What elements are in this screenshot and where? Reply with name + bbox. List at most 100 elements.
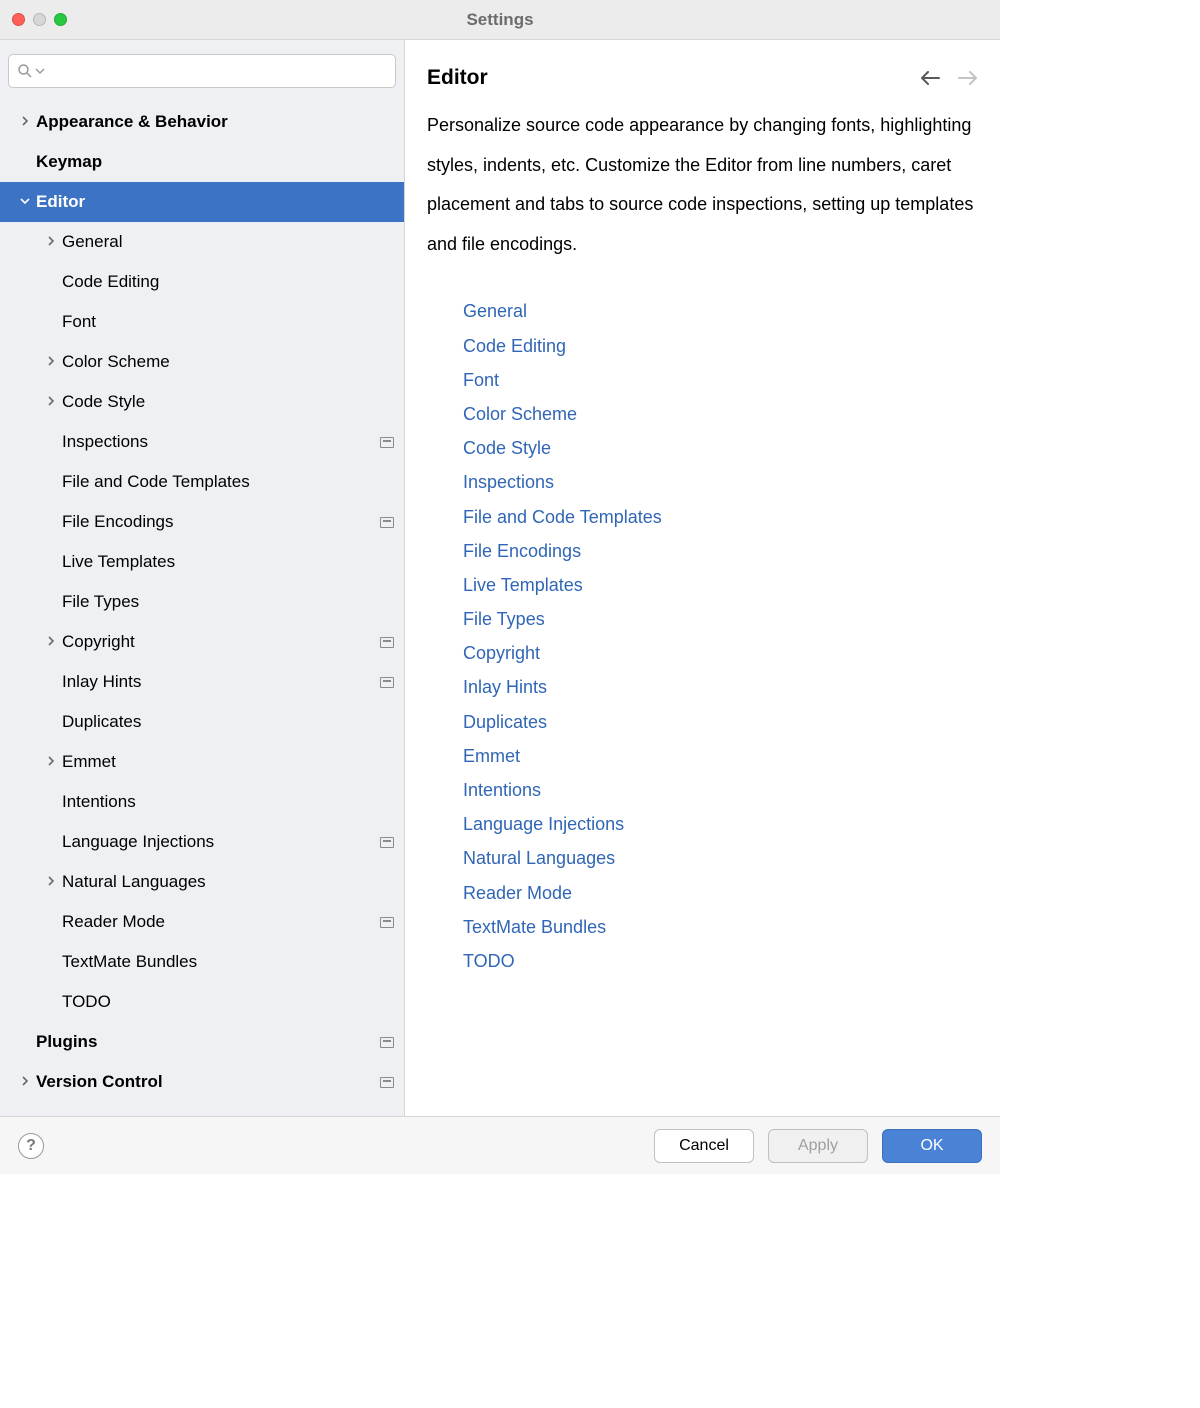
- subpage-link[interactable]: Copyright: [463, 636, 978, 670]
- sidebar: Appearance & Behavior Keymap Editor General…: [0, 40, 405, 1116]
- tree-item-duplicates[interactable]: Duplicates: [0, 702, 404, 742]
- body: Appearance & Behavior Keymap Editor General…: [0, 40, 1000, 1116]
- tree-item-label: Duplicates: [62, 712, 394, 732]
- project-scope-icon: [380, 1037, 394, 1048]
- apply-button[interactable]: Apply: [768, 1129, 868, 1163]
- arrow-left-icon: [920, 71, 940, 85]
- window-title: Settings: [0, 10, 1000, 30]
- nav-forward-button[interactable]: [958, 71, 978, 85]
- subpage-link[interactable]: General: [463, 294, 978, 328]
- tree-item-code-editing[interactable]: Code Editing: [0, 262, 404, 302]
- close-window-icon[interactable]: [12, 13, 25, 26]
- tree-item-copyright[interactable]: Copyright: [0, 622, 404, 662]
- tree-item-language-injections[interactable]: Language Injections: [0, 822, 404, 862]
- tree-item-label: Plugins: [36, 1032, 380, 1052]
- tree-item-file-types[interactable]: File Types: [0, 582, 404, 622]
- chevron-right-icon: [44, 755, 58, 769]
- tree-item-font[interactable]: Font: [0, 302, 404, 342]
- project-scope-icon: [380, 637, 394, 648]
- tree-item-label: Natural Languages: [62, 872, 394, 892]
- subpage-link[interactable]: Duplicates: [463, 705, 978, 739]
- main-panel: Editor Personalize source code appearanc…: [405, 40, 1000, 1116]
- tree-item-label: Reader Mode: [62, 912, 380, 932]
- tree-item-label: Inspections: [62, 432, 380, 452]
- subpage-link[interactable]: Color Scheme: [463, 397, 978, 431]
- chevron-down-icon[interactable]: [35, 66, 45, 76]
- subpage-link[interactable]: File and Code Templates: [463, 500, 978, 534]
- chevron-right-icon: [44, 635, 58, 649]
- tree-item-inlay-hints[interactable]: Inlay Hints: [0, 662, 404, 702]
- content: Personalize source code appearance by ch…: [405, 98, 1000, 1116]
- tree-item-code-style[interactable]: Code Style: [0, 382, 404, 422]
- settings-tree[interactable]: Appearance & Behavior Keymap Editor General…: [0, 98, 404, 1116]
- cancel-button[interactable]: Cancel: [654, 1129, 754, 1163]
- ok-button[interactable]: OK: [882, 1129, 982, 1163]
- tree-item-label: Inlay Hints: [62, 672, 380, 692]
- main-header: Editor: [405, 40, 1000, 98]
- tree-item-intentions[interactable]: Intentions: [0, 782, 404, 822]
- tree-item-label: Live Templates: [62, 552, 394, 572]
- subpage-link[interactable]: Language Injections: [463, 807, 978, 841]
- tree-item-inspections[interactable]: Inspections: [0, 422, 404, 462]
- subpage-link[interactable]: Inlay Hints: [463, 670, 978, 704]
- project-scope-icon: [380, 1077, 394, 1088]
- tree-item-textmate-bundles[interactable]: TextMate Bundles: [0, 942, 404, 982]
- subpage-link[interactable]: TODO: [463, 944, 978, 978]
- project-scope-icon: [380, 917, 394, 928]
- footer: ? Cancel Apply OK: [0, 1116, 1000, 1174]
- tree-item-label: File and Code Templates: [62, 472, 394, 492]
- tree-item-emmet[interactable]: Emmet: [0, 742, 404, 782]
- tree-item-natural-languages[interactable]: Natural Languages: [0, 862, 404, 902]
- tree-item-file-code-templates[interactable]: File and Code Templates: [0, 462, 404, 502]
- tree-item-file-encodings[interactable]: File Encodings: [0, 502, 404, 542]
- tree-item-label: Appearance & Behavior: [36, 112, 394, 132]
- subpage-link[interactable]: Reader Mode: [463, 876, 978, 910]
- subpage-link[interactable]: Emmet: [463, 739, 978, 773]
- tree-item-color-scheme[interactable]: Color Scheme: [0, 342, 404, 382]
- tree-item-label: Version Control: [36, 1072, 380, 1092]
- subpage-links: GeneralCode EditingFontColor SchemeCode …: [427, 294, 978, 978]
- search-icon: [17, 63, 33, 79]
- subpage-link[interactable]: File Types: [463, 602, 978, 636]
- tree-item-label: Font: [62, 312, 394, 332]
- search-field-container[interactable]: [8, 54, 396, 88]
- help-button[interactable]: ?: [18, 1133, 44, 1159]
- tree-item-label: TODO: [62, 992, 394, 1012]
- project-scope-icon: [380, 837, 394, 848]
- tree-item-label: Intentions: [62, 792, 394, 812]
- chevron-down-icon: [18, 195, 32, 209]
- chevron-right-icon: [44, 235, 58, 249]
- tree-item-todo[interactable]: TODO: [0, 982, 404, 1022]
- subpage-link[interactable]: Inspections: [463, 465, 978, 499]
- minimize-window-icon[interactable]: [33, 13, 46, 26]
- tree-item-label: File Encodings: [62, 512, 380, 532]
- tree-item-appearance[interactable]: Appearance & Behavior: [0, 102, 404, 142]
- tree-item-label: Editor: [36, 192, 394, 212]
- arrow-right-icon: [958, 71, 978, 85]
- zoom-window-icon[interactable]: [54, 13, 67, 26]
- subpage-link[interactable]: Natural Languages: [463, 841, 978, 875]
- subpage-link[interactable]: Code Style: [463, 431, 978, 465]
- subpage-link[interactable]: TextMate Bundles: [463, 910, 978, 944]
- tree-item-general[interactable]: General: [0, 222, 404, 262]
- tree-item-label: Keymap: [36, 152, 394, 172]
- project-scope-icon: [380, 677, 394, 688]
- tree-item-reader-mode[interactable]: Reader Mode: [0, 902, 404, 942]
- search-input[interactable]: [45, 62, 387, 81]
- tree-item-editor[interactable]: Editor: [0, 182, 404, 222]
- tree-item-plugins[interactable]: Plugins: [0, 1022, 404, 1062]
- tree-item-label: Color Scheme: [62, 352, 394, 372]
- subpage-link[interactable]: Live Templates: [463, 568, 978, 602]
- tree-item-live-templates[interactable]: Live Templates: [0, 542, 404, 582]
- tree-item-version-control[interactable]: Version Control: [0, 1062, 404, 1102]
- page-description: Personalize source code appearance by ch…: [427, 106, 978, 264]
- titlebar: Settings: [0, 0, 1000, 40]
- subpage-link[interactable]: Font: [463, 363, 978, 397]
- settings-window: { "titlebar": { "title": "Settings" }, "…: [0, 0, 1000, 1174]
- subpage-link[interactable]: File Encodings: [463, 534, 978, 568]
- subpage-link[interactable]: Intentions: [463, 773, 978, 807]
- nav-back-button[interactable]: [920, 71, 940, 85]
- subpage-link[interactable]: Code Editing: [463, 329, 978, 363]
- tree-item-label: Code Editing: [62, 272, 394, 292]
- tree-item-keymap[interactable]: Keymap: [0, 142, 404, 182]
